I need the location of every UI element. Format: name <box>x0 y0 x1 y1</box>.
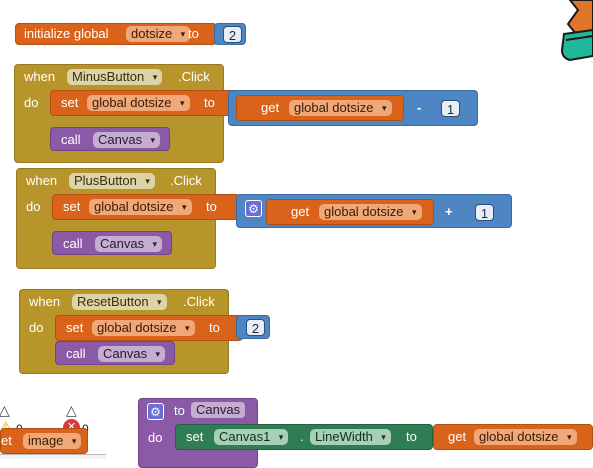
plus-set-label: set <box>63 199 81 214</box>
chevron-down-icon: ▾ <box>145 176 150 186</box>
minus-set-block[interactable]: set global dotsize ▾ to <box>50 90 238 116</box>
plus-operator: + <box>445 204 453 219</box>
reset-call-label: call <box>66 346 86 361</box>
reset-call-dropdown[interactable]: Canvas ▾ <box>98 346 166 362</box>
proc-component-dropdown[interactable]: Canvas1 ▾ <box>214 429 289 445</box>
proc-property-dropdown[interactable]: LineWidth ▾ <box>310 429 391 445</box>
minus-get-var-dropdown[interactable]: global dotsize ▾ <box>289 100 392 116</box>
reset-number-value[interactable]: 2 <box>246 319 265 336</box>
plus-component-dropdown[interactable]: PlusButton ▾ <box>69 173 155 189</box>
chevron-down-icon: ▾ <box>278 432 284 442</box>
minus-operator: - <box>417 100 422 115</box>
proc-get-block[interactable]: get global dotsize ▾ <box>433 424 593 450</box>
proc-to2-label: to <box>406 429 417 444</box>
workspace-divider <box>0 454 106 459</box>
plus-to-label: to <box>206 199 217 214</box>
reset-when-label: when <box>29 294 61 309</box>
trash-icon[interactable] <box>556 0 593 62</box>
init-to-label: to <box>188 26 199 41</box>
expand-up-icon[interactable]: △ <box>0 402 10 419</box>
chevron-down-icon: ▾ <box>381 103 387 113</box>
expand-up-icon[interactable]: △ <box>66 402 77 419</box>
plus-call-block[interactable]: call Canvas ▾ <box>52 231 172 255</box>
chevron-down-icon: ▾ <box>180 29 186 39</box>
chevron-down-icon: ▾ <box>152 239 158 249</box>
minus-do-label: do <box>24 95 39 110</box>
reset-to-label: to <box>209 320 220 335</box>
proc-name[interactable]: Canvas <box>191 402 246 418</box>
plus-get-block[interactable]: get global dotsize ▾ <box>266 199 434 225</box>
plus-set-block[interactable]: set global dotsize ▾ to <box>52 194 240 220</box>
init-label: initialize global <box>24 26 109 41</box>
chevron-down-icon: ▾ <box>157 297 162 307</box>
plus-set-var-dropdown[interactable]: global dotsize ▾ <box>89 199 192 215</box>
gear-icon[interactable]: ⚙ <box>245 200 262 217</box>
minus-get-label: get <box>261 100 280 115</box>
init-var-field[interactable]: dotsize ▾ <box>126 26 191 42</box>
minus-component-dropdown[interactable]: MinusButton ▾ <box>67 69 163 85</box>
minus-set-label: set <box>61 95 79 110</box>
proc-get-var-dropdown[interactable]: global dotsize ▾ <box>474 429 577 445</box>
reset-component-dropdown[interactable]: ResetButton ▾ <box>72 294 167 310</box>
reset-do-label: do <box>29 320 44 335</box>
minus-to-label: to <box>204 95 215 110</box>
image-block-fragment[interactable]: et image ▾ <box>0 428 88 454</box>
chevron-down-icon: ▾ <box>179 98 185 108</box>
image-block-prefix: et <box>1 433 12 448</box>
reset-set-block[interactable]: set global dotsize ▾ to <box>55 315 243 341</box>
initialize-global-block[interactable]: initialize global dotsize ▾ to <box>15 23 217 45</box>
plus-event-label: .Click <box>170 173 202 188</box>
plus-when-label: when <box>26 173 58 188</box>
proc-get-label: get <box>448 429 467 444</box>
plus-get-var-dropdown[interactable]: global dotsize ▾ <box>319 204 422 220</box>
minus-event-label: .Click <box>178 69 210 84</box>
minus-call-block[interactable]: call Canvas ▾ <box>50 127 170 151</box>
chevron-down-icon: ▾ <box>150 135 156 145</box>
minus-call-label: call <box>61 132 81 147</box>
proc-to-label: to <box>174 403 185 418</box>
chevron-down-icon: ▾ <box>155 349 161 359</box>
chevron-down-icon: ▾ <box>566 432 572 442</box>
reset-number-block[interactable]: 2 <box>236 315 270 339</box>
minus-set-var-dropdown[interactable]: global dotsize ▾ <box>87 95 190 111</box>
init-number-block[interactable]: 2 <box>214 23 246 45</box>
init-number-value[interactable]: 2 <box>223 26 242 43</box>
proc-set-label: set <box>186 429 204 444</box>
reset-call-block[interactable]: call Canvas ▾ <box>55 341 175 365</box>
reset-event-label: .Click <box>183 294 215 309</box>
minus-get-block[interactable]: get global dotsize ▾ <box>236 95 404 121</box>
minus-when-label: when <box>24 69 56 84</box>
chevron-down-icon: ▾ <box>71 436 77 446</box>
chevron-down-icon: ▾ <box>152 72 158 82</box>
proc-dot-label: . <box>300 429 304 444</box>
reset-set-var-dropdown[interactable]: global dotsize ▾ <box>92 320 195 336</box>
gear-icon[interactable]: ⚙ <box>147 403 164 420</box>
image-block-dropdown[interactable]: image ▾ <box>23 433 82 449</box>
plus-call-dropdown[interactable]: Canvas ▾ <box>95 236 163 252</box>
chevron-down-icon: ▾ <box>184 323 190 333</box>
plus-get-label: get <box>291 204 310 219</box>
reset-set-label: set <box>66 320 84 335</box>
minus-call-dropdown[interactable]: Canvas ▾ <box>93 132 161 148</box>
chevron-down-icon: ▾ <box>181 202 187 212</box>
proc-set-property-block[interactable]: set Canvas1 ▾ . LineWidth ▾ to <box>175 424 433 450</box>
plus-call-label: call <box>63 236 83 251</box>
proc-do-label: do <box>148 430 163 445</box>
plus-operand-value[interactable]: 1 <box>475 204 494 221</box>
plus-do-label: do <box>26 199 41 214</box>
chevron-down-icon: ▾ <box>411 207 417 217</box>
chevron-down-icon: ▾ <box>381 432 386 442</box>
minus-operand-value[interactable]: 1 <box>441 100 460 117</box>
